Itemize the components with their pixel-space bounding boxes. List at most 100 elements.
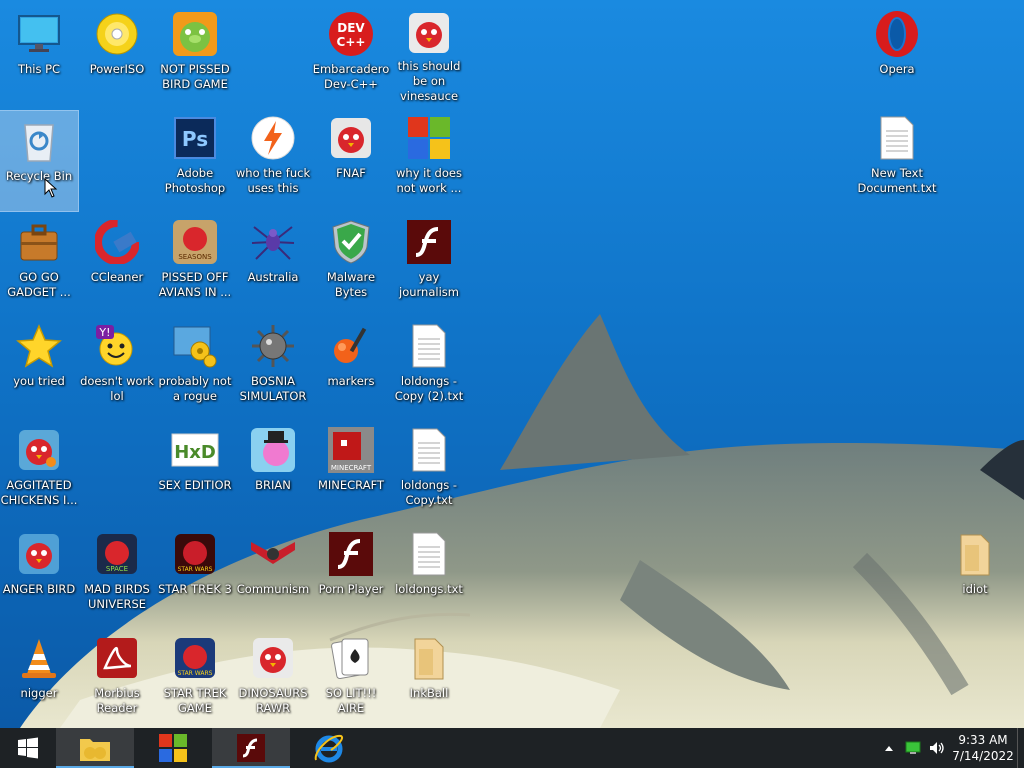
desktop-icon-why-not-work[interactable]: why it does not work ...: [390, 108, 468, 208]
icon-label: MAD BIRDS UNIVERSE: [84, 582, 150, 611]
desktop-icon-fnaf[interactable]: FNAF: [312, 108, 390, 208]
icon-label: BOSNIA SIMULATOR: [239, 374, 307, 403]
desktop-icon-vlc[interactable]: nigger: [0, 628, 78, 728]
desktop-icon-yahoo-messenger[interactable]: Y! doesn't work lol: [78, 316, 156, 416]
desktop-icon-australia[interactable]: Australia: [234, 212, 312, 312]
desktop-icon-star-trek-game[interactable]: STAR WARS STAR TREK GAME: [156, 628, 234, 728]
photoshop-icon: Ps: [171, 114, 219, 162]
desktop-icon-dev-cpp[interactable]: DEV C++ Embarcadero Dev-C++: [312, 4, 390, 104]
speaker-icon: [930, 742, 944, 754]
desktop-icon-minecraft[interactable]: MINECRAFT MINECRAFT: [312, 420, 390, 520]
desktop-icon-yay-journalism[interactable]: yay journalism: [390, 212, 468, 312]
star-icon: [15, 322, 63, 370]
space-logo-text: SPACE: [106, 565, 128, 573]
dev-logo-text: DEV: [337, 21, 365, 35]
ccleaner-icon: [93, 218, 141, 266]
icon-label: BRIAN: [255, 478, 291, 492]
desktop-icon-poweriso[interactable]: PowerISO: [78, 4, 156, 104]
icon-label: who the fuck uses this: [235, 166, 311, 195]
traffic-cone-icon: [15, 634, 63, 682]
desktop-icon-communism[interactable]: Communism: [234, 524, 312, 624]
desktop-icon-who-uses-this[interactable]: who the fuck uses this: [234, 108, 312, 208]
icon-label: SO LIT!!! AIRE: [325, 686, 377, 715]
star-wars-logo-text: STAR WARS: [178, 566, 213, 573]
spider-solitaire-icon: [249, 218, 297, 266]
desktop-icon-you-tried[interactable]: you tried: [0, 316, 78, 416]
icon-label: Porn Player: [318, 582, 384, 596]
desktop-icon-loldongs[interactable]: loldongs.txt: [390, 524, 468, 624]
icon-label: Adobe Photoshop: [164, 166, 226, 195]
network-status-button[interactable]: [901, 741, 925, 755]
text-file-icon: [405, 530, 453, 578]
desktop-icon-star-trek-3[interactable]: STAR WARS STAR TREK 3: [156, 524, 234, 624]
desktop-icon-this-pc[interactable]: This PC: [0, 4, 78, 104]
seasons-logo-text: SEASONS: [178, 253, 212, 261]
desktop-icon-so-lit-aire[interactable]: SO LIT!!! AIRE: [312, 628, 390, 728]
briefcase-icon: [15, 218, 63, 266]
desktop-icon-malware-bytes[interactable]: Malware Bytes: [312, 212, 390, 312]
desktop-icon-mad-birds-universe[interactable]: SPACE MAD BIRDS UNIVERSE: [78, 524, 156, 624]
angry-birds-seasons-icon: SEASONS: [171, 218, 219, 266]
icon-label: Communism: [236, 582, 310, 596]
taskbar-internet-explorer[interactable]: [290, 728, 368, 768]
icon-label: yay journalism: [399, 270, 459, 299]
desktop-icon-inkball[interactable]: InkBall: [390, 628, 468, 728]
desktop-icon-idiot[interactable]: idiot: [936, 524, 1014, 624]
desktop-icon-brian[interactable]: BRIAN: [234, 420, 312, 520]
desktop-icon-dinosaurs-rawr[interactable]: DINOSAURS RAWR: [234, 628, 312, 728]
icon-label: loldongs - Copy (2).txt: [394, 374, 464, 403]
windows-logo-icon: [159, 734, 187, 762]
red-emblem-icon: [249, 530, 297, 578]
mouse-cursor-icon: [44, 178, 58, 198]
desktop-icon-anger-bird[interactable]: ANGER BIRD: [0, 524, 78, 624]
desktop-icon-recycle-bin[interactable]: Recycle Bin: [0, 110, 79, 212]
desktop-icon-sex-editior[interactable]: HxD SEX EDITIOR: [156, 420, 234, 520]
lightning-circle-icon: [249, 114, 297, 162]
desktop-icon-go-go-gadget[interactable]: GO GO GADGET ...: [0, 212, 78, 312]
icon-label: STAR TREK 3: [158, 582, 232, 596]
desktop-icon-porn-player[interactable]: Porn Player: [312, 524, 390, 624]
desktop-icon-bosnia-simulator[interactable]: BOSNIA SIMULATOR: [234, 316, 312, 416]
desktop-icon-adobe-photoshop[interactable]: Ps Adobe Photoshop: [156, 108, 234, 208]
windows-logo-icon: [405, 114, 453, 162]
icon-label: this should be on vinesauce: [397, 59, 461, 103]
dev-cpp-icon: DEV C++: [327, 10, 375, 58]
show-desktop-button[interactable]: [1017, 728, 1024, 768]
desktop-icon-loldongs-copy[interactable]: loldongs - Copy.txt: [390, 420, 468, 520]
desktop-icon-probably-not-a-rogue[interactable]: probably not a rogue: [156, 316, 234, 416]
star-wars-logo-text: STAR WARS: [178, 670, 213, 677]
yahoo-smiley-icon: Y!: [93, 322, 141, 370]
desktop-icon-vinesauce[interactable]: this should be on vinesauce: [390, 4, 468, 104]
pdf-reader-icon: [93, 634, 141, 682]
icon-label: DINOSAURS RAWR: [238, 686, 308, 715]
taskbar-file-explorer[interactable]: [56, 728, 134, 768]
icon-label: doesn't work lol: [80, 374, 154, 403]
desktop-icon-opera[interactable]: Opera: [858, 4, 936, 104]
icon-label: probably not a rogue: [158, 374, 232, 403]
desktop-icon-loldongs-copy-2[interactable]: loldongs - Copy (2).txt: [390, 316, 468, 416]
icon-label: loldongs - Copy.txt: [400, 478, 458, 507]
star-wars-bird-icon: STAR WARS: [171, 634, 219, 682]
show-hidden-icons-button[interactable]: [877, 744, 901, 752]
icon-label: Recycle Bin: [5, 169, 73, 183]
shield-check-icon: [327, 218, 375, 266]
icon-label: PowerISO: [89, 62, 145, 76]
desktop-icon-morbius-reader[interactable]: Morbius Reader: [78, 628, 156, 728]
icon-label: SEX EDITIOR: [158, 478, 232, 492]
desktop-icon-markers[interactable]: markers: [312, 316, 390, 416]
clock-button[interactable]: 9:33 AM 7/14/2022: [949, 732, 1017, 764]
taskbar: 9:33 AM 7/14/2022: [0, 728, 1024, 768]
desktop-icon-aggitated-chickens[interactable]: AGGITATED CHICKENS I...: [0, 420, 78, 520]
taskbar-windows-app[interactable]: [134, 728, 212, 768]
clock-date: 7/14/2022: [952, 749, 1014, 763]
desktop-icon-pissed-off-avians[interactable]: SEASONS PISSED OFF AVIANS IN ...: [156, 212, 234, 312]
angry-birds-space-icon: SPACE: [93, 530, 141, 578]
icon-label: Australia: [247, 270, 299, 284]
desktop-icon-ccleaner[interactable]: CCleaner: [78, 212, 156, 312]
taskbar-flash-player[interactable]: [212, 728, 290, 768]
start-button[interactable]: [0, 728, 56, 768]
desktop-icon-not-pissed-bird-game[interactable]: NOT PISSED BIRD GAME: [156, 4, 234, 104]
icon-label: CCleaner: [90, 270, 144, 284]
desktop-icon-new-text-document[interactable]: New Text Document.txt: [857, 108, 937, 208]
volume-button[interactable]: [925, 741, 949, 755]
